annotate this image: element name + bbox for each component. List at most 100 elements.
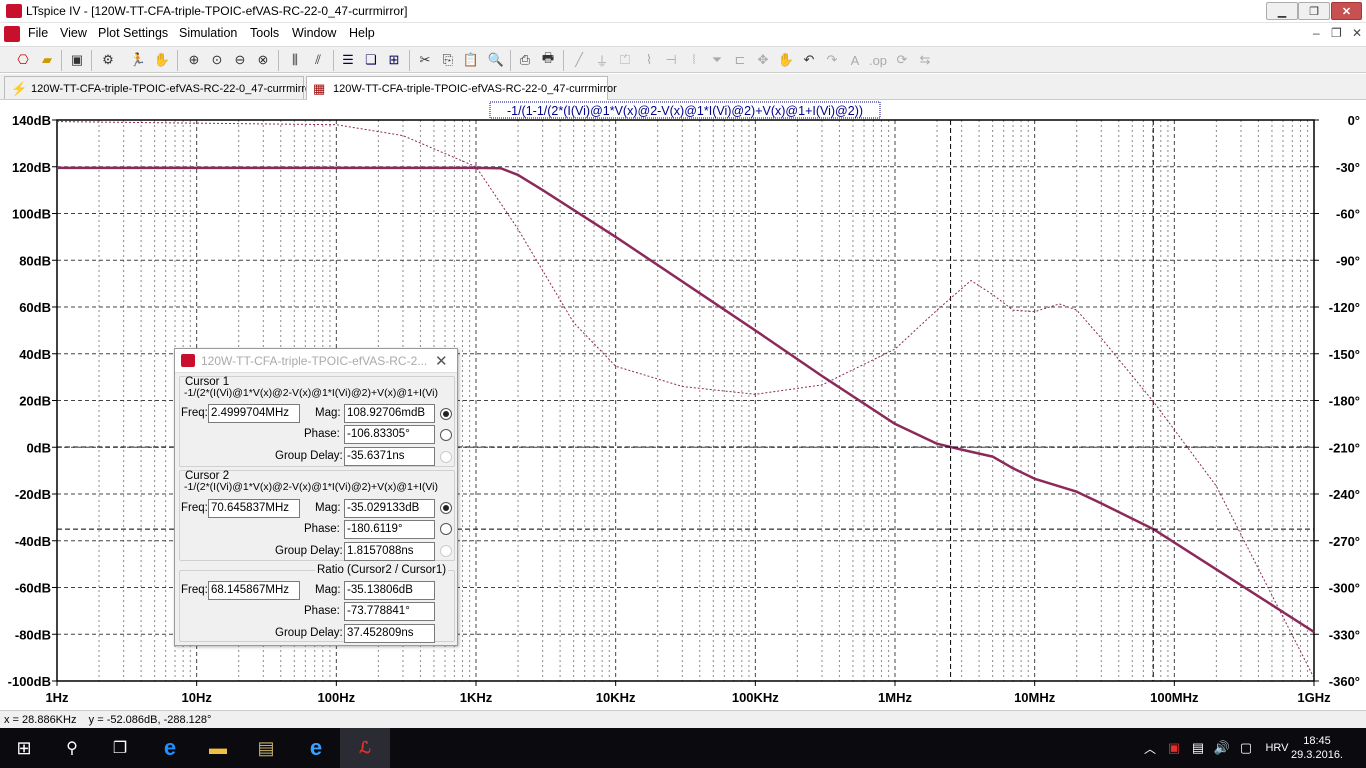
dialog-close-icon[interactable]: ✕ xyxy=(435,352,448,370)
clock[interactable]: 18:45 29.3.2016. xyxy=(1291,728,1343,768)
mdi-minimize-icon[interactable]: ‒ xyxy=(1313,26,1320,40)
tile-horizontal-icon[interactable]: ☰ xyxy=(339,51,357,69)
print-icon[interactable]: 🖶 xyxy=(539,50,557,69)
cursor1-mag-field[interactable]: 108.92706mdB xyxy=(344,404,435,423)
menu-window[interactable]: Window xyxy=(292,26,336,40)
task-view-icon[interactable]: ❐ xyxy=(96,728,144,768)
tab-label: 120W-TT-CFA-triple-TPOIC-efVAS-RC-22-0_4… xyxy=(31,83,315,95)
zoom-out-icon[interactable]: ⊖ xyxy=(231,51,249,69)
halt-icon[interactable]: ✋ xyxy=(153,51,171,69)
waveform-doc-icon[interactable] xyxy=(4,26,20,42)
component-icon[interactable]: ⊏ xyxy=(731,51,749,69)
cascade-icon[interactable]: ❏ xyxy=(362,51,380,69)
menu-view[interactable]: View xyxy=(60,26,87,40)
cursor1-mag-radio[interactable] xyxy=(440,408,452,420)
label-net-icon[interactable]: ⏍ xyxy=(616,51,634,69)
ratio-phase-field[interactable]: -73.778841° xyxy=(344,602,435,621)
y-right-tick-label: -270° xyxy=(1329,534,1360,549)
wire-icon[interactable]: ╱ xyxy=(570,51,588,69)
zoom-area-icon[interactable]: ⊙ xyxy=(208,51,226,69)
cursor2-mag-radio[interactable] xyxy=(440,502,452,514)
waveform-icon: ▦ xyxy=(313,81,326,96)
tab-waveform[interactable]: ▦ 120W-TT-CFA-triple-TPOIC-efVAS-RC-22-0… xyxy=(306,76,617,100)
cursor2-group-delay-field[interactable]: 1.8157088ns xyxy=(344,542,435,561)
x-tick-label: 100KHz xyxy=(732,690,779,705)
cursor2-group-delay-radio[interactable] xyxy=(440,545,452,557)
minimize-button[interactable]: ▁ xyxy=(1266,2,1298,20)
search-icon[interactable]: ⚲ xyxy=(48,728,96,768)
cursor1-phase-field[interactable]: -106.83305° xyxy=(344,425,435,444)
edge-browser-icon[interactable]: e xyxy=(146,728,194,768)
diode-icon[interactable]: ⏷ xyxy=(708,51,726,69)
x-tick-label: 1Hz xyxy=(45,690,69,705)
cursor2-mag-field[interactable]: -35.029133dB xyxy=(344,499,435,518)
network-icon[interactable]: ▤ xyxy=(1188,728,1208,768)
cut-icon[interactable]: ✂ xyxy=(416,51,434,69)
cursor1-phase-radio[interactable] xyxy=(440,429,452,441)
maximize-button[interactable]: ❐ xyxy=(1298,2,1330,20)
cursor2-phase-radio[interactable] xyxy=(440,523,452,535)
cursor1-group-delay-field[interactable]: -35.6371ns xyxy=(344,447,435,466)
menu-help[interactable]: Help xyxy=(349,26,375,40)
schematic-icon: ⚡ xyxy=(11,81,28,96)
redo-icon[interactable]: ↷ xyxy=(823,51,841,69)
start-windows-icon[interactable]: ⊞ xyxy=(0,728,48,768)
cursor2-phase-field[interactable]: -180.6119° xyxy=(344,520,435,539)
run-icon[interactable]: 🏃 xyxy=(129,51,147,69)
menu-file[interactable]: File xyxy=(28,26,48,40)
ratio-group-delay-field[interactable]: 37.452809ns xyxy=(344,624,435,643)
text-icon[interactable]: A xyxy=(846,51,864,69)
menu-simulation[interactable]: Simulation xyxy=(179,26,237,40)
capacitor-icon[interactable]: ⊣ xyxy=(662,51,680,69)
open-folder-icon[interactable]: ▰ xyxy=(38,51,56,69)
cursor1-group-delay-radio[interactable] xyxy=(440,451,452,463)
drag-icon[interactable]: ✋ xyxy=(777,51,795,69)
cursor-readout-dialog[interactable]: 120W-TT-CFA-triple-TPOIC-efVAS-RC-2... ✕… xyxy=(174,348,458,646)
file-explorer-icon[interactable]: ▬ xyxy=(194,728,242,768)
print-preview-icon[interactable]: ⎙ xyxy=(516,51,534,69)
rotate-icon[interactable]: ⟳ xyxy=(893,51,911,69)
autorange-icon[interactable]: ⫼ xyxy=(286,51,304,69)
zoom-fit-icon[interactable]: ⊗ xyxy=(254,51,272,69)
volume-icon[interactable]: 🔊 xyxy=(1212,728,1232,768)
y-right-tick-label: -360° xyxy=(1329,674,1360,689)
trace-expression-label[interactable]: -1/(1-1/(2*(I(Vi)@1*V(x)@2-V(x)@1*I(Vi)@… xyxy=(507,104,863,118)
close-button[interactable]: ✕ xyxy=(1331,2,1362,20)
show-hidden-icons-icon[interactable]: ︿ xyxy=(1140,728,1160,768)
language-indicator[interactable]: HRV xyxy=(1260,728,1294,768)
copy-icon[interactable]: ⎘ xyxy=(439,51,457,69)
mdi-restore-icon[interactable]: ❐ xyxy=(1331,26,1342,40)
paste-icon[interactable]: 📋 xyxy=(462,51,480,69)
y-left-tick-label: 100dB xyxy=(12,207,51,222)
menu-plot-settings[interactable]: Plot Settings xyxy=(98,26,168,40)
ltspice-tray-icon[interactable]: ▣ xyxy=(1164,728,1184,768)
menu-tools[interactable]: Tools xyxy=(250,26,279,40)
cursor2-freq-field[interactable]: 70.645837MHz xyxy=(208,499,300,518)
undo-icon[interactable]: ↶ xyxy=(800,51,818,69)
move-icon[interactable]: ✥ xyxy=(754,51,772,69)
y-right-tick-label: -30° xyxy=(1336,160,1360,175)
zoom-in-icon[interactable]: ⊕ xyxy=(185,51,203,69)
control-panel-icon[interactable]: ⚙ xyxy=(99,51,117,69)
save-icon[interactable]: ▣ xyxy=(68,51,86,69)
pick-visible-traces-icon[interactable]: ⫽ xyxy=(309,51,327,69)
ground-icon[interactable]: ⏚ xyxy=(593,51,611,69)
cursor1-freq-field[interactable]: 2.4999704MHz xyxy=(208,404,300,423)
new-schematic-icon[interactable]: ⎔ xyxy=(14,51,32,69)
ltspice-taskbar-icon[interactable]: ℒ xyxy=(340,728,390,768)
resistor-icon[interactable]: ⌇ xyxy=(640,51,658,69)
find-icon[interactable]: 🔍 xyxy=(487,51,505,69)
mirror-icon[interactable]: ⇆ xyxy=(916,51,934,69)
action-center-icon[interactable]: ▢ xyxy=(1236,728,1256,768)
internet-explorer-icon[interactable]: e xyxy=(292,728,340,768)
ratio-freq-field[interactable]: 68.145867MHz xyxy=(208,581,300,600)
dialog-title-bar[interactable]: 120W-TT-CFA-triple-TPOIC-efVAS-RC-2... ✕ xyxy=(175,349,457,373)
inductor-icon[interactable]: ⦚ xyxy=(685,51,703,69)
spice-directive-icon[interactable]: .op xyxy=(869,51,887,69)
tab-schematic[interactable]: ⚡ 120W-TT-CFA-triple-TPOIC-efVAS-RC-22-0… xyxy=(4,76,315,99)
folder-app-icon[interactable]: ▤ xyxy=(242,728,290,768)
ratio-mag-field[interactable]: -35.13806dB xyxy=(344,581,435,600)
y-right-tick-label: -180° xyxy=(1329,394,1360,409)
tile-vertical-icon[interactable]: ⊞ xyxy=(385,51,403,69)
mdi-close-icon[interactable]: ✕ xyxy=(1352,26,1362,40)
